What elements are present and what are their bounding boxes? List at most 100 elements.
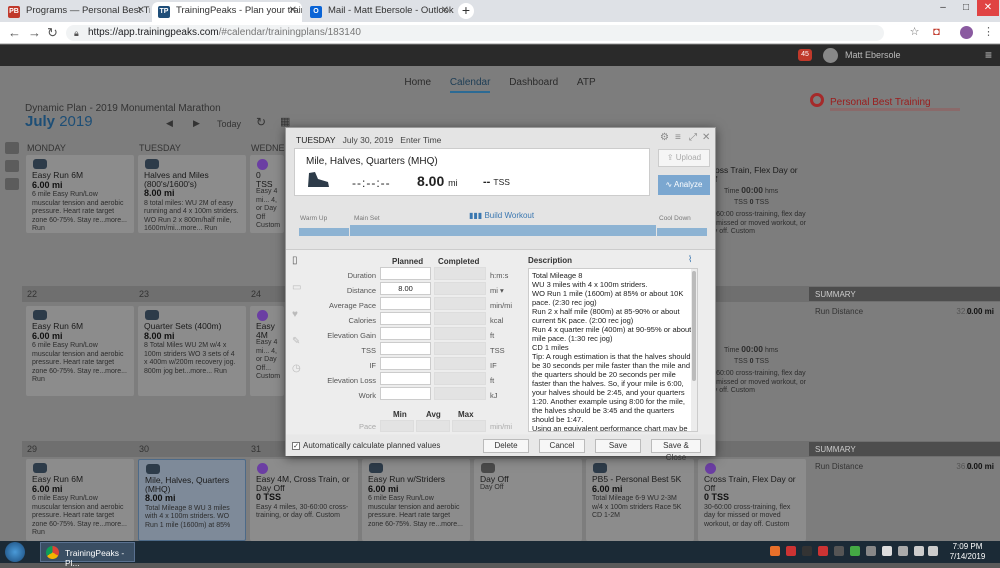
volume-icon[interactable] <box>928 546 938 556</box>
delete-button[interactable]: Delete <box>483 439 529 453</box>
tray-app-icon[interactable] <box>834 546 844 556</box>
calories-planned-input[interactable] <box>380 312 431 325</box>
chrome-menu-icon[interactable]: ⋮ <box>982 26 995 39</box>
workout-card[interactable]: Easy Run 6M 6.00 mi 6 mile Easy Run/Low … <box>26 306 134 396</box>
description-scrollbar[interactable] <box>691 269 697 431</box>
next-month-icon[interactable]: ▶ <box>193 118 200 129</box>
workout-card[interactable]: 0 TSS Easy 4 mi... 4, or Day Off Custom <box>250 155 284 233</box>
attachment-icon[interactable]: ✎ <box>292 337 302 347</box>
tray-app-icon[interactable] <box>866 546 876 556</box>
prev-month-icon[interactable]: ◀ <box>166 118 173 129</box>
new-tab-button[interactable]: + <box>458 3 474 19</box>
tray-app-icon[interactable] <box>802 546 812 556</box>
nav-atp[interactable]: ATP <box>577 77 596 88</box>
workout-card[interactable]: Easy 4M, Cross Train, or Day Off 0 TSS E… <box>250 459 358 541</box>
workout-title[interactable]: Mile, Halves, Quarters (MHQ) <box>306 156 438 167</box>
url-field[interactable]: 🔒︎ https://app.trainingpeaks.com/#calend… <box>66 25 884 41</box>
paperclip-icon[interactable]: ⌇ <box>688 254 692 265</box>
network-icon[interactable] <box>914 546 924 556</box>
back-icon[interactable]: ← <box>8 25 21 40</box>
star-icon[interactable]: ☆ <box>908 26 921 39</box>
tray-app-icon[interactable] <box>818 546 828 556</box>
workout-card[interactable]: Quarter Sets (400m) 8.00 mi 8 Total Mile… <box>138 306 246 396</box>
expand-icon[interactable]: ⤢ <box>689 132 697 143</box>
upload-button[interactable]: ⇪ Upload <box>658 149 710 167</box>
windows-start-icon[interactable] <box>5 542 25 562</box>
tray-app-icon[interactable] <box>850 546 860 556</box>
cool-down-segment[interactable] <box>657 228 707 236</box>
cancel-button[interactable]: Cancel <box>539 439 585 453</box>
list-menu-icon[interactable]: ≡ <box>675 132 681 143</box>
save-close-button[interactable]: Save & Close <box>651 439 701 462</box>
nav-home[interactable]: Home <box>404 77 431 88</box>
close-icon[interactable]: ✕ <box>441 5 449 16</box>
refresh-icon[interactable]: ↻ <box>256 115 266 129</box>
notification-badge[interactable]: 45 <box>798 49 812 61</box>
workout-card[interactable]: Halves and Miles (800's/1600's) 8.00 mi … <box>138 155 246 233</box>
maximize-button[interactable]: □ <box>955 0 977 16</box>
hamburger-menu-icon[interactable]: ≡ <box>985 48 992 62</box>
workout-card-selected[interactable]: Mile, Halves, Quarters (MHQ) 8.00 mi Tot… <box>138 459 246 541</box>
close-icon[interactable]: ✕ <box>289 5 297 16</box>
right-workout-card[interactable]: Time 00:00 hms TSS 0 TSS 30-60:00 cross-… <box>706 342 808 396</box>
workout-card[interactable]: Easy Run w/Striders 6.00 mi 6 mile Easy … <box>362 459 470 541</box>
workout-card[interactable]: Easy Run 6M 6.00 mi 6 mile Easy Run/Low … <box>26 155 134 233</box>
reload-icon[interactable]: ↻ <box>47 25 58 41</box>
avg-pace-planned-input[interactable] <box>380 297 431 310</box>
nav-dashboard[interactable]: Dashboard <box>509 77 558 88</box>
workout-card[interactable]: PB5 - Personal Best 5K 6.00 mi Total Mil… <box>586 459 694 541</box>
minimize-button[interactable]: – <box>932 0 954 16</box>
if-planned-input[interactable] <box>380 357 431 370</box>
library-icon[interactable] <box>5 160 19 172</box>
description-textarea[interactable]: Total Mileage 8 WU 3 miles with 4 x 100m… <box>528 268 698 432</box>
taskbar-clock[interactable]: 7:09 PM 7/14/2019 <box>940 542 995 561</box>
browser-tab-trainingpeaks[interactable]: TP TrainingPeaks - Plan your trainin ✕ <box>152 2 302 22</box>
elevation-gain-planned-input[interactable] <box>380 327 431 340</box>
browser-tab-programs[interactable]: PB Programs — Personal Best Traini ✕ <box>2 2 150 22</box>
auto-calc-checkbox[interactable]: ✓ Automatically calculate planned values <box>292 441 440 450</box>
extension-shield-icon[interactable]: ◘ <box>930 26 943 39</box>
duration-planned-input[interactable] <box>380 267 431 280</box>
forward-icon[interactable]: → <box>28 25 41 40</box>
today-button[interactable]: Today <box>217 119 241 129</box>
tss-planned-input[interactable] <box>380 342 431 355</box>
heart-icon[interactable]: ♥ <box>292 310 302 320</box>
workout-card[interactable]: Day Off Day Off <box>474 459 582 541</box>
distance-planned-input[interactable]: 8.00 <box>380 282 431 295</box>
gear-icon[interactable]: ⚙ <box>660 132 669 143</box>
profile-avatar-icon[interactable] <box>960 26 973 39</box>
save-button[interactable]: Save <box>595 439 641 453</box>
taskbar-chrome-task[interactable]: TrainingPeaks - Pl... <box>40 542 135 568</box>
workout-card[interactable]: Easy 4M Easy 4 mi... 4, or Day Off... Cu… <box>250 306 284 396</box>
right-workout-card[interactable]: Cross Train, Flex Day or Off Time 00:00 … <box>706 166 808 237</box>
work-planned-input[interactable] <box>380 387 431 400</box>
clock-icon[interactable]: ◷ <box>292 364 302 374</box>
close-icon[interactable]: ✕ <box>702 132 710 143</box>
scrollbar-thumb[interactable] <box>692 271 696 381</box>
user-avatar[interactable] <box>823 48 838 63</box>
tray-app-icon[interactable] <box>898 546 908 556</box>
athlete-icon[interactable] <box>5 142 19 154</box>
tray-app-icon[interactable] <box>770 546 780 556</box>
elevation-loss-planned-input[interactable] <box>380 372 431 385</box>
tray-app-icon[interactable] <box>882 546 892 556</box>
workout-card[interactable]: Easy Run 6M 6.00 mi 6 mile Easy Run/Low … <box>26 459 134 541</box>
nav-calendar[interactable]: Calendar <box>449 77 491 93</box>
distance-unit-select[interactable]: mi ▾ <box>490 286 504 295</box>
warm-up-segment[interactable] <box>299 228 349 236</box>
list-icon[interactable] <box>5 178 19 190</box>
close-icon[interactable]: ✕ <box>137 5 145 16</box>
enter-time-link[interactable]: Enter Time <box>400 135 441 145</box>
document-icon[interactable]: ▯ <box>292 256 302 266</box>
analyze-button[interactable]: ∿ Analyze <box>658 175 710 195</box>
workout-card[interactable]: Cross Train, Flex Day or Off 0 TSS 30-60… <box>698 459 806 541</box>
user-name[interactable]: Matt Ebersole <box>845 50 901 60</box>
build-workout-link[interactable]: ▮▮▮ Build Workout <box>469 211 534 220</box>
comment-icon[interactable]: ▭ <box>292 283 302 293</box>
main-set-segment[interactable] <box>350 225 656 236</box>
window-close-button[interactable]: ✕ <box>977 0 999 16</box>
workout-title: Easy Run 6M <box>32 321 84 331</box>
tray-app-icon[interactable] <box>786 546 796 556</box>
checkmark-icon[interactable]: ✓ <box>292 441 300 450</box>
browser-tab-outlook[interactable]: O Mail - Matt Ebersole - Outlook ✕ <box>304 2 454 22</box>
